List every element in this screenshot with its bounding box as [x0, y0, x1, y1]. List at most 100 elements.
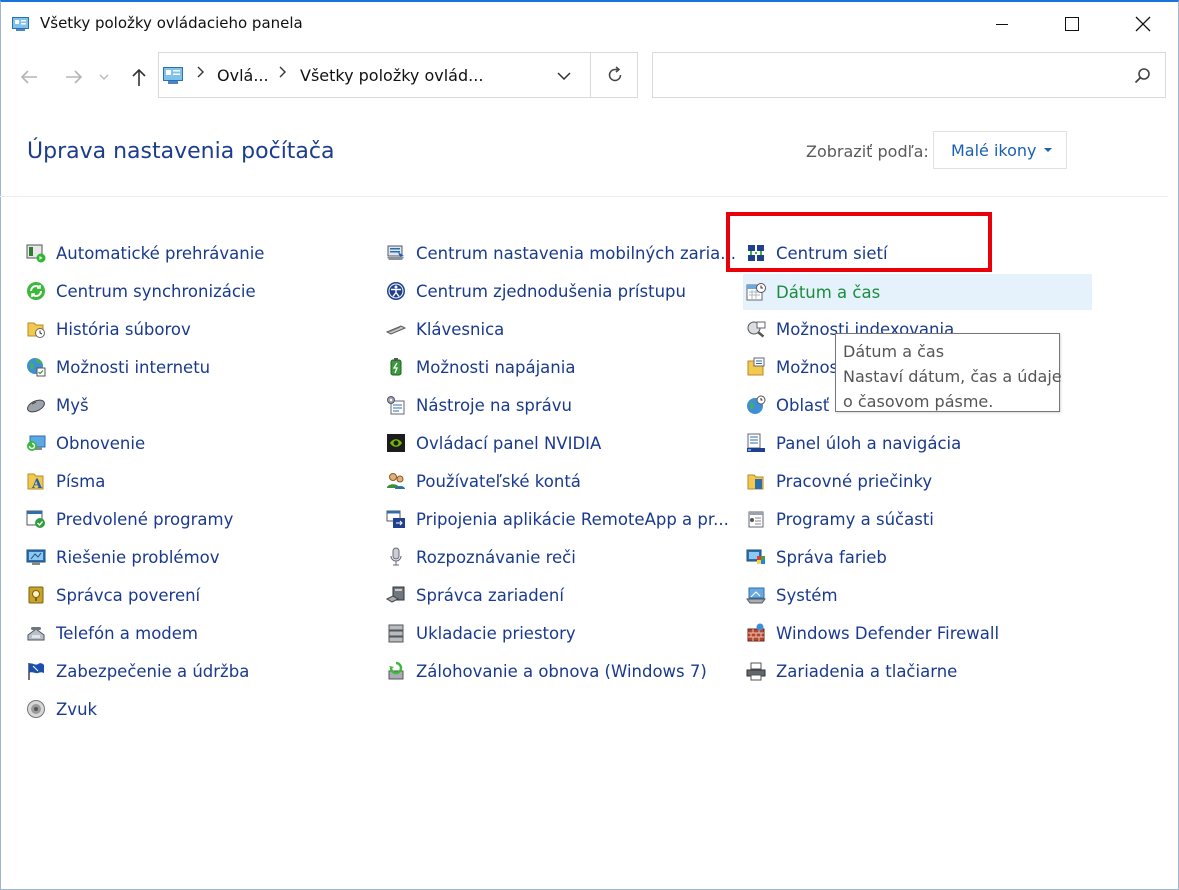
item-sync-center[interactable]: Centrum synchronizácie	[25, 276, 256, 306]
item-date-time[interactable]: Dátum a čas	[743, 274, 1092, 310]
item-speech-recognition[interactable]: Rozpoznávanie reči	[385, 542, 576, 572]
item-label: Predvolené programy	[56, 509, 234, 529]
item-mouse[interactable]: Myš	[25, 390, 89, 420]
control-panel-icon	[163, 67, 183, 84]
item-label: Pracovné priečinky	[776, 471, 933, 491]
system-icon	[745, 584, 767, 606]
item-autoplay[interactable]: Automatické prehrávanie	[25, 238, 264, 268]
svg-text:A: A	[31, 477, 43, 491]
item-phone-modem[interactable]: Telefón a modem	[25, 618, 198, 648]
breadcrumb-all-items[interactable]: Všetky položky ovlád...	[300, 66, 483, 85]
window-title: Všetky položky ovládacieho panela	[40, 14, 303, 32]
search-input[interactable]	[652, 52, 1166, 98]
item-user-accounts[interactable]: Používateľské kontá	[385, 466, 581, 496]
item-label: Myš	[56, 395, 89, 415]
view-by-label: Zobraziť podľa:	[806, 142, 929, 161]
item-label: Zabezpečenie a údržba	[56, 661, 250, 681]
item-label: Programy a súčasti	[776, 509, 934, 529]
item-label: Možnos	[776, 357, 839, 377]
power-options-icon	[385, 356, 407, 378]
network-center-icon	[745, 242, 767, 264]
item-label: Zariadenia a tlačiarne	[776, 661, 958, 681]
item-troubleshooting[interactable]: Riešenie problémov	[25, 542, 220, 572]
item-network-center[interactable]: Centrum sietí	[745, 238, 888, 268]
forward-button[interactable]	[59, 62, 89, 92]
minimize-button[interactable]	[967, 0, 1037, 48]
item-region[interactable]: Oblasť	[745, 390, 829, 420]
item-backup-restore[interactable]: Zálohovanie a obnova (Windows 7)	[385, 656, 707, 686]
item-devices-printers[interactable]: Zariadenia a tlačiarne	[745, 656, 957, 686]
item-storage-spaces[interactable]: Ukladacie priestory	[385, 618, 576, 648]
user-accounts-icon	[385, 470, 407, 492]
item-taskbar[interactable]: Panel úloh a navigácia	[745, 428, 961, 458]
item-label: Systém	[776, 585, 838, 605]
search-icon	[1134, 68, 1150, 84]
item-file-history[interactable]: História súborov	[25, 314, 191, 344]
address-bar[interactable]: Ovlá... Všetky položky ovlád...	[158, 52, 638, 98]
tooltip: Dátum a čas Nastaví dátum, čas a údaje o…	[835, 333, 1062, 412]
up-button[interactable]	[124, 62, 154, 92]
item-sound[interactable]: Zvuk	[25, 694, 97, 724]
item-programs-features[interactable]: Programy a súčasti	[745, 504, 934, 534]
item-fonts[interactable]: A Písma	[25, 466, 105, 496]
back-button[interactable]	[14, 62, 44, 92]
item-color-management[interactable]: Správa farieb	[745, 542, 887, 572]
control-panel-icon	[12, 17, 29, 31]
chevron-right-icon	[279, 66, 286, 78]
date-time-icon	[745, 281, 767, 303]
close-button[interactable]	[1108, 0, 1178, 48]
item-label: Obnovenie	[56, 433, 146, 453]
folder-options-icon	[745, 356, 767, 378]
item-admin-tools[interactable]: Nástroje na správu	[385, 390, 572, 420]
item-label: Oblasť	[776, 395, 830, 415]
item-ease-of-access[interactable]: Centrum zjednodušenia prístupu	[385, 276, 686, 306]
default-programs-icon	[25, 508, 47, 530]
arrow-right-icon	[66, 70, 83, 84]
item-default-programs[interactable]: Predvolené programy	[25, 504, 233, 534]
item-folder-options[interactable]: Možnos	[745, 352, 838, 382]
item-system[interactable]: Systém	[745, 580, 838, 610]
item-label: Klávesnica	[416, 319, 505, 339]
item-label: Písma	[56, 471, 106, 491]
fonts-icon: A	[25, 470, 47, 492]
item-label: Zálohovanie a obnova (Windows 7)	[416, 661, 707, 681]
item-internet-options[interactable]: Možnosti internetu	[25, 352, 210, 382]
item-label: História súborov	[56, 319, 191, 339]
item-firewall[interactable]: Windows Defender Firewall	[745, 618, 999, 648]
indexing-options-icon	[745, 318, 767, 340]
view-by-dropdown[interactable]: Malé ikony	[933, 131, 1067, 169]
refresh-button[interactable]	[591, 53, 638, 97]
tooltip-line: o časovom pásme.	[843, 392, 994, 411]
item-label: Pripojenia aplikácie RemoteApp a pr...	[416, 509, 729, 529]
item-label: Možnosti internetu	[56, 357, 211, 377]
item-label: Ukladacie priestory	[416, 623, 576, 643]
close-icon	[1135, 16, 1151, 32]
work-folders-icon	[745, 470, 767, 492]
keyboard-icon	[385, 318, 407, 340]
item-power-options[interactable]: Možnosti napájania	[385, 352, 575, 382]
item-recovery[interactable]: Obnovenie	[25, 428, 145, 458]
programs-features-icon	[745, 508, 767, 530]
item-work-folders[interactable]: Pracovné priečinky	[745, 466, 932, 496]
arrow-left-icon	[20, 70, 37, 84]
maximize-button[interactable]	[1037, 0, 1107, 48]
chevron-down-icon	[557, 72, 571, 80]
item-device-manager[interactable]: Správca zariadení	[385, 580, 564, 610]
item-label: Správca zariadení	[416, 585, 564, 605]
recent-locations-button[interactable]	[94, 62, 114, 92]
item-keyboard[interactable]: Klávesnica	[385, 314, 504, 344]
item-label: Správca poverení	[56, 585, 201, 605]
item-credential-manager[interactable]: Správca poverení	[25, 580, 200, 610]
breadcrumb-separator[interactable]	[197, 66, 205, 82]
breadcrumb-control-panel[interactable]: Ovlá...	[217, 66, 269, 85]
item-remoteapp[interactable]: Pripojenia aplikácie RemoteApp a pr...	[385, 504, 729, 534]
item-nvidia-control-panel[interactable]: Ovládací panel NVIDIA	[385, 428, 601, 458]
sound-icon	[25, 698, 47, 720]
item-mobility-center[interactable]: Centrum nastavenia mobilných zaria...	[385, 238, 736, 268]
caret-down-icon	[1043, 148, 1052, 152]
breadcrumb-separator[interactable]	[279, 66, 287, 82]
recovery-icon	[25, 432, 47, 454]
address-history-dropdown[interactable]	[549, 62, 579, 90]
item-security-maintenance[interactable]: Zabezpečenie a údržba	[25, 656, 249, 686]
tooltip-title: Dátum a čas	[843, 342, 945, 361]
